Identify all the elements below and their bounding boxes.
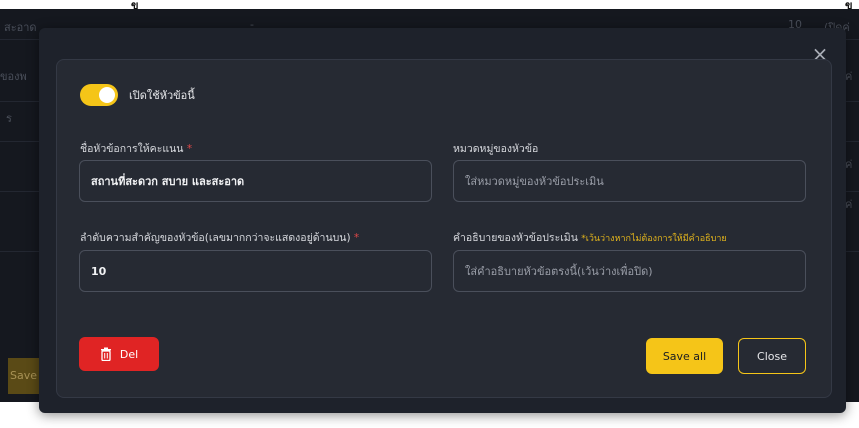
description-label-text: คำอธิบายของหัวข้อประเมิน xyxy=(453,232,578,244)
topic-name-label: ชื่อหัวข้อการให้คะแนน * xyxy=(80,140,192,157)
toggle-knob xyxy=(99,87,115,103)
table-cell: ของพ xyxy=(0,70,27,83)
category-label: หมวดหมู่ของหัวข้อ xyxy=(453,140,538,157)
close-button[interactable]: Close xyxy=(738,338,806,374)
priority-input[interactable] xyxy=(79,250,432,292)
background-save-button[interactable]: Save xyxy=(8,358,42,394)
table-cell: ค่ xyxy=(845,70,853,83)
category-input[interactable] xyxy=(453,160,806,202)
topic-name-input[interactable] xyxy=(79,160,432,202)
description-label: คำอธิบายของหัวข้อประเมิน *เว้นว่างหากไม่… xyxy=(453,229,727,246)
required-mark: * xyxy=(353,232,360,244)
priority-label: ลำดับความสำคัญของหัวข้อ(เลขมากกว่าจะแสดง… xyxy=(80,229,359,246)
topic-name-label-text: ชื่อหัวข้อการให้คะแนน xyxy=(80,143,184,155)
priority-label-text: ลำดับความสำคัญของหัวข้อ(เลขมากกว่าจะแสดง… xyxy=(80,232,351,244)
trash-icon xyxy=(100,347,112,362)
save-all-button[interactable]: Save all xyxy=(646,338,723,374)
delete-button[interactable]: Del xyxy=(79,337,159,371)
delete-button-label: Del xyxy=(119,347,139,361)
category-label-text: หมวดหมู่ของหัวข้อ xyxy=(453,143,539,155)
required-mark: * xyxy=(186,143,193,155)
table-cell: สะอาด xyxy=(4,21,37,34)
table-cell: ค่ xyxy=(845,158,853,171)
description-input[interactable] xyxy=(453,250,806,292)
description-hint: *เว้นว่างหากไม่ต้องการให้มีคำอธิบาย xyxy=(581,234,727,244)
table-cell: ค่ xyxy=(845,198,853,211)
enable-topic-toggle[interactable] xyxy=(80,84,118,106)
toggle-label: เปิดใช้หัวข้อนี้ xyxy=(129,89,195,102)
table-cell: ร xyxy=(6,112,12,125)
